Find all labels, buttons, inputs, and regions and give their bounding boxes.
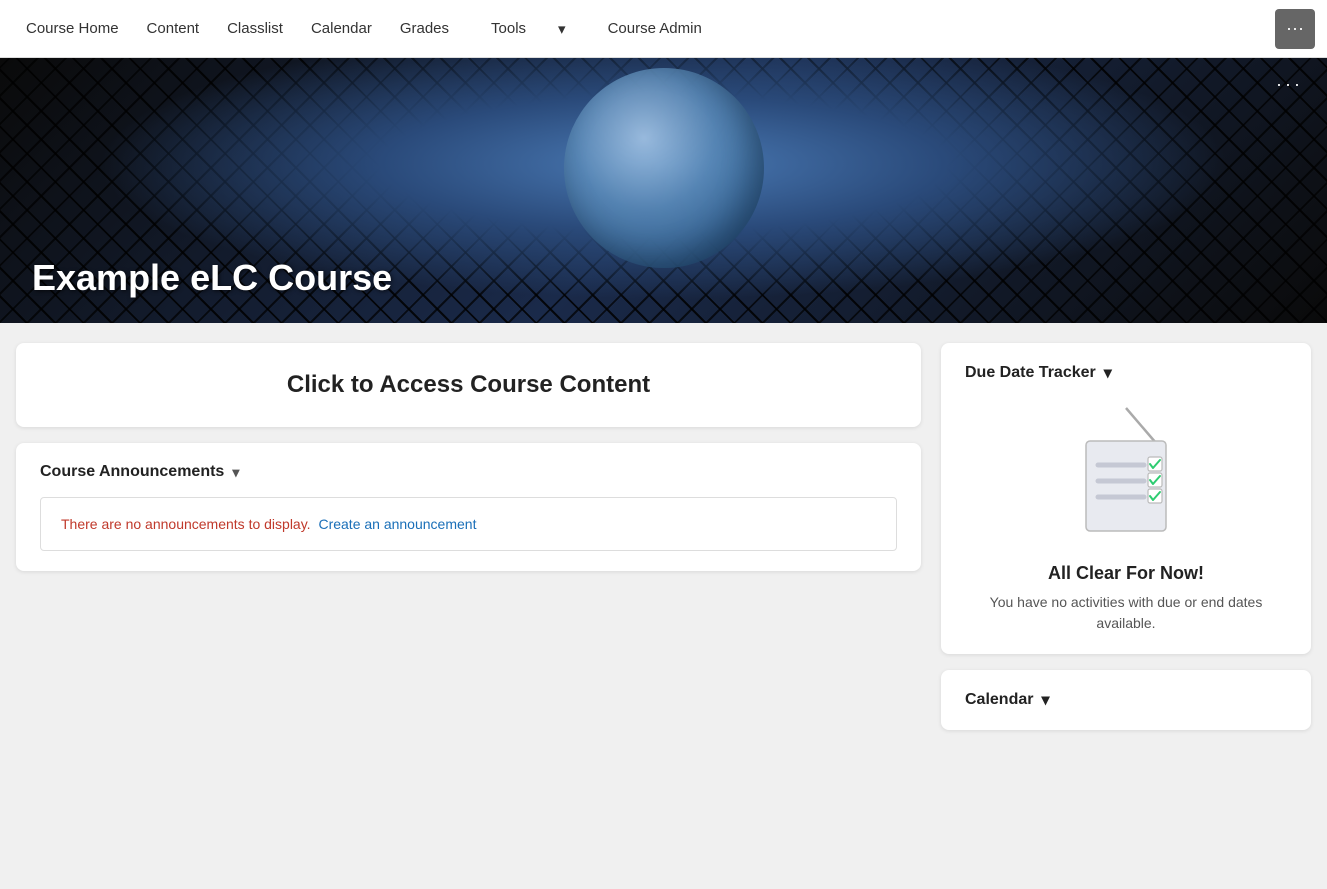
nav-grades[interactable]: Grades: [386, 20, 463, 37]
nav-tools[interactable]: Tools ▾: [463, 20, 594, 38]
course-banner: ··· Example eLC Course: [0, 58, 1327, 323]
no-announcements-text: There are no announcements to display.: [61, 516, 311, 532]
calendar-card: Calendar ▾: [941, 670, 1311, 730]
create-announcement-link[interactable]: Create an announcement: [318, 516, 476, 532]
calendar-header[interactable]: Calendar ▾: [965, 690, 1287, 710]
nav-bar: Course Home Content Classlist Calendar G…: [0, 0, 1327, 58]
due-date-illustration: [965, 403, 1287, 543]
course-title: Example eLC Course: [32, 257, 392, 299]
due-date-label: Due Date Tracker: [965, 364, 1096, 382]
left-column: Click to Access Course Content Course An…: [16, 343, 921, 571]
course-content-card[interactable]: Click to Access Course Content: [16, 343, 921, 427]
due-date-chevron-icon: ▾: [1104, 363, 1112, 383]
nav-course-home[interactable]: Course Home: [12, 20, 133, 37]
main-content: Click to Access Course Content Course An…: [0, 323, 1327, 750]
calendar-label: Calendar: [965, 691, 1033, 709]
nav-calendar[interactable]: Calendar: [297, 20, 386, 37]
announcements-box: There are no announcements to display. C…: [40, 497, 897, 551]
due-date-header[interactable]: Due Date Tracker ▾: [965, 363, 1287, 383]
calendar-chevron-icon: ▾: [1041, 690, 1049, 710]
announcements-card: Course Announcements ▾ There are no anno…: [16, 443, 921, 571]
announcements-label: Course Announcements: [40, 463, 224, 481]
announcements-header[interactable]: Course Announcements ▾: [40, 463, 897, 481]
nav-classlist[interactable]: Classlist: [213, 20, 297, 37]
nav-more-button[interactable]: ···: [1275, 9, 1315, 49]
all-clear-desc: You have no activities with due or end d…: [965, 592, 1287, 634]
right-column: Due Date Tracker ▾: [941, 343, 1311, 730]
banner-more-icon[interactable]: ···: [1276, 74, 1303, 95]
nav-content[interactable]: Content: [133, 20, 214, 37]
banner-circle-decoration: [564, 68, 764, 268]
course-content-title: Click to Access Course Content: [40, 371, 897, 399]
announcements-chevron-icon: ▾: [232, 464, 239, 481]
all-clear-title: All Clear For Now!: [965, 563, 1287, 584]
tools-dropdown-icon: ▾: [544, 20, 580, 38]
due-date-tracker-card: Due Date Tracker ▾: [941, 343, 1311, 654]
checklist-svg-icon: [1066, 403, 1186, 543]
nav-course-admin[interactable]: Course Admin: [594, 20, 716, 37]
